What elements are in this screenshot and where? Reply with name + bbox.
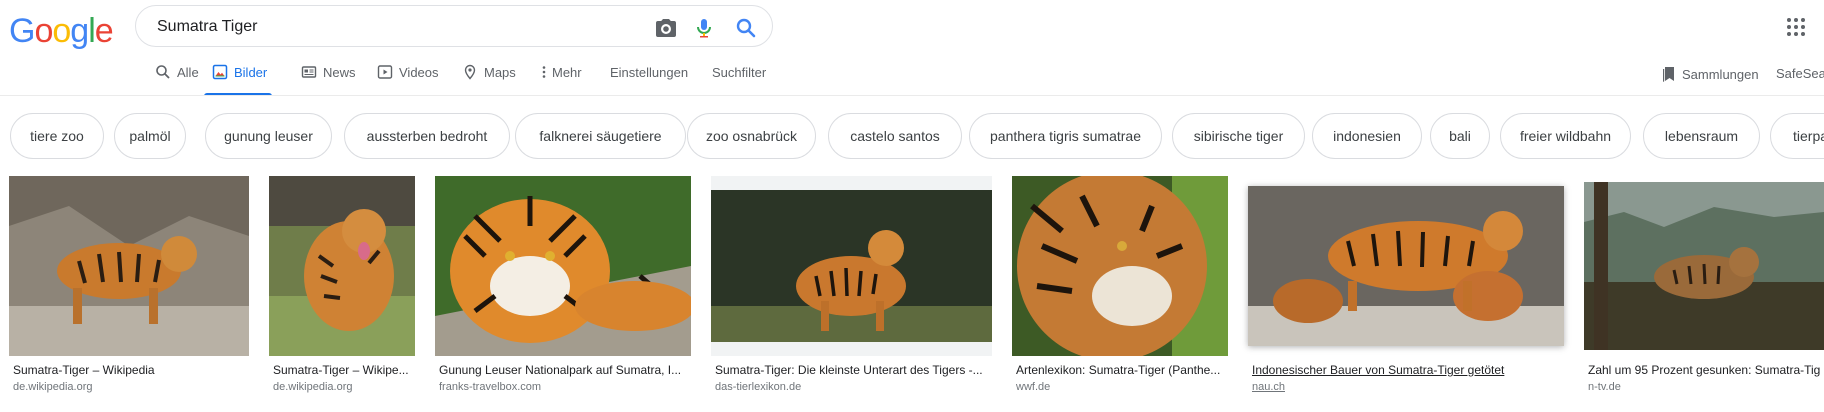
tab-label: Alle [177, 65, 199, 80]
logo-letter: g [70, 12, 89, 50]
search-icon [155, 64, 171, 80]
map-pin-icon [462, 64, 478, 80]
chip[interactable]: castelo santos [828, 113, 962, 159]
safesearch-link[interactable]: SafeSea [1776, 66, 1824, 81]
chip[interactable]: falknerei säugetiere [515, 113, 686, 159]
image-result[interactable]: Gunung Leuser Nationalpark auf Sumatra, … [435, 176, 691, 406]
tab-label: Videos [399, 65, 439, 80]
result-source: n-tv.de [1588, 381, 1621, 393]
logo-letter: o [52, 12, 71, 50]
chip[interactable]: palmöl [114, 113, 186, 159]
image-result[interactable]: Sumatra-Tiger – Wikipedia de.wikipedia.o… [9, 176, 249, 406]
header-divider [0, 95, 1824, 96]
logo-letter: G [9, 12, 35, 50]
search-input[interactable] [155, 15, 619, 39]
image-result[interactable]: Zahl um 95 Prozent gesunken: Sumatra-Tig… [1584, 176, 1824, 406]
result-title[interactable]: Indonesischer Bauer von Sumatra-Tiger ge… [1252, 363, 1564, 377]
tab-label: Einstellungen [610, 65, 689, 80]
result-title[interactable]: Sumatra-Tiger – Wikipe... [273, 363, 415, 377]
news-icon [301, 64, 317, 80]
google-logo[interactable]: Google [9, 12, 114, 51]
logo-letter: o [34, 12, 53, 50]
chip[interactable]: sibirische tiger [1172, 113, 1305, 159]
image-result[interactable]: Sumatra-Tiger – Wikipe... de.wikipedia.o… [269, 176, 415, 406]
search-box[interactable] [135, 5, 773, 47]
chip[interactable]: tiere zoo [10, 113, 104, 159]
chip[interactable]: lebensraum [1643, 113, 1760, 159]
chip[interactable]: bali [1430, 113, 1490, 159]
search-icon[interactable] [734, 16, 758, 40]
result-thumbnail[interactable] [1248, 186, 1564, 346]
chip[interactable]: gunung leuser [205, 113, 332, 159]
image-result[interactable]: Sumatra-Tiger: Die kleinste Unterart des… [711, 176, 992, 406]
result-title[interactable]: Artenlexikon: Sumatra-Tiger (Panthe... [1016, 363, 1228, 377]
related-searches-bar: tiere zoo palmöl gunung leuser aussterbe… [10, 113, 1824, 159]
chip[interactable]: panthera tigris sumatrae [969, 113, 1162, 159]
tab-label: Bilder [234, 65, 268, 80]
chip[interactable]: tierpa [1770, 113, 1824, 159]
result-thumbnail[interactable] [711, 176, 992, 356]
image-result[interactable]: Indonesischer Bauer von Sumatra-Tiger ge… [1248, 176, 1564, 406]
result-thumbnail[interactable] [9, 176, 249, 356]
result-source: de.wikipedia.org [13, 381, 93, 393]
result-thumbnail[interactable] [1012, 176, 1228, 356]
play-icon [377, 64, 393, 80]
safesearch-label: SafeSea [1776, 66, 1824, 81]
tab-label: News [323, 65, 356, 80]
chip[interactable]: aussterben bedroht [344, 113, 510, 159]
apps-grid-icon[interactable] [1786, 17, 1806, 37]
result-title[interactable]: Sumatra-Tiger – Wikipedia [13, 363, 249, 377]
more-vertical-icon [540, 64, 548, 80]
result-source: de.wikipedia.org [273, 381, 353, 393]
chip[interactable]: zoo osnabrück [687, 113, 816, 159]
result-thumbnail[interactable] [1584, 182, 1824, 350]
bookmark-icon [1662, 66, 1676, 85]
result-title[interactable]: Gunung Leuser Nationalpark auf Sumatra, … [439, 363, 691, 377]
camera-icon[interactable] [654, 16, 678, 40]
result-source: nau.ch [1252, 381, 1286, 393]
image-result[interactable]: Artenlexikon: Sumatra-Tiger (Panthe... w… [1012, 176, 1228, 406]
collections-label: Sammlungen [1682, 67, 1759, 82]
tab-label: Suchfilter [712, 65, 767, 80]
result-title[interactable]: Sumatra-Tiger: Die kleinste Unterart des… [715, 363, 992, 377]
tab-label: Maps [484, 65, 516, 80]
image-icon [212, 64, 228, 80]
result-thumbnail[interactable] [435, 176, 691, 356]
result-title[interactable]: Zahl um 95 Prozent gesunken: Sumatra-Tig [1588, 363, 1824, 377]
result-source: franks-travelbox.com [439, 381, 542, 393]
logo-letter: e [94, 12, 114, 50]
result-thumbnail[interactable] [269, 176, 415, 356]
tab-label: Mehr [552, 65, 582, 80]
result-source: das-tierlexikon.de [715, 381, 802, 393]
chip[interactable]: freier wildbahn [1500, 113, 1631, 159]
result-source: wwf.de [1016, 381, 1051, 393]
chip[interactable]: indonesien [1312, 113, 1422, 159]
microphone-icon[interactable] [692, 16, 716, 40]
collections-link[interactable]: Sammlungen [1662, 66, 1759, 85]
image-results-grid: Sumatra-Tiger – Wikipedia de.wikipedia.o… [0, 176, 1824, 412]
